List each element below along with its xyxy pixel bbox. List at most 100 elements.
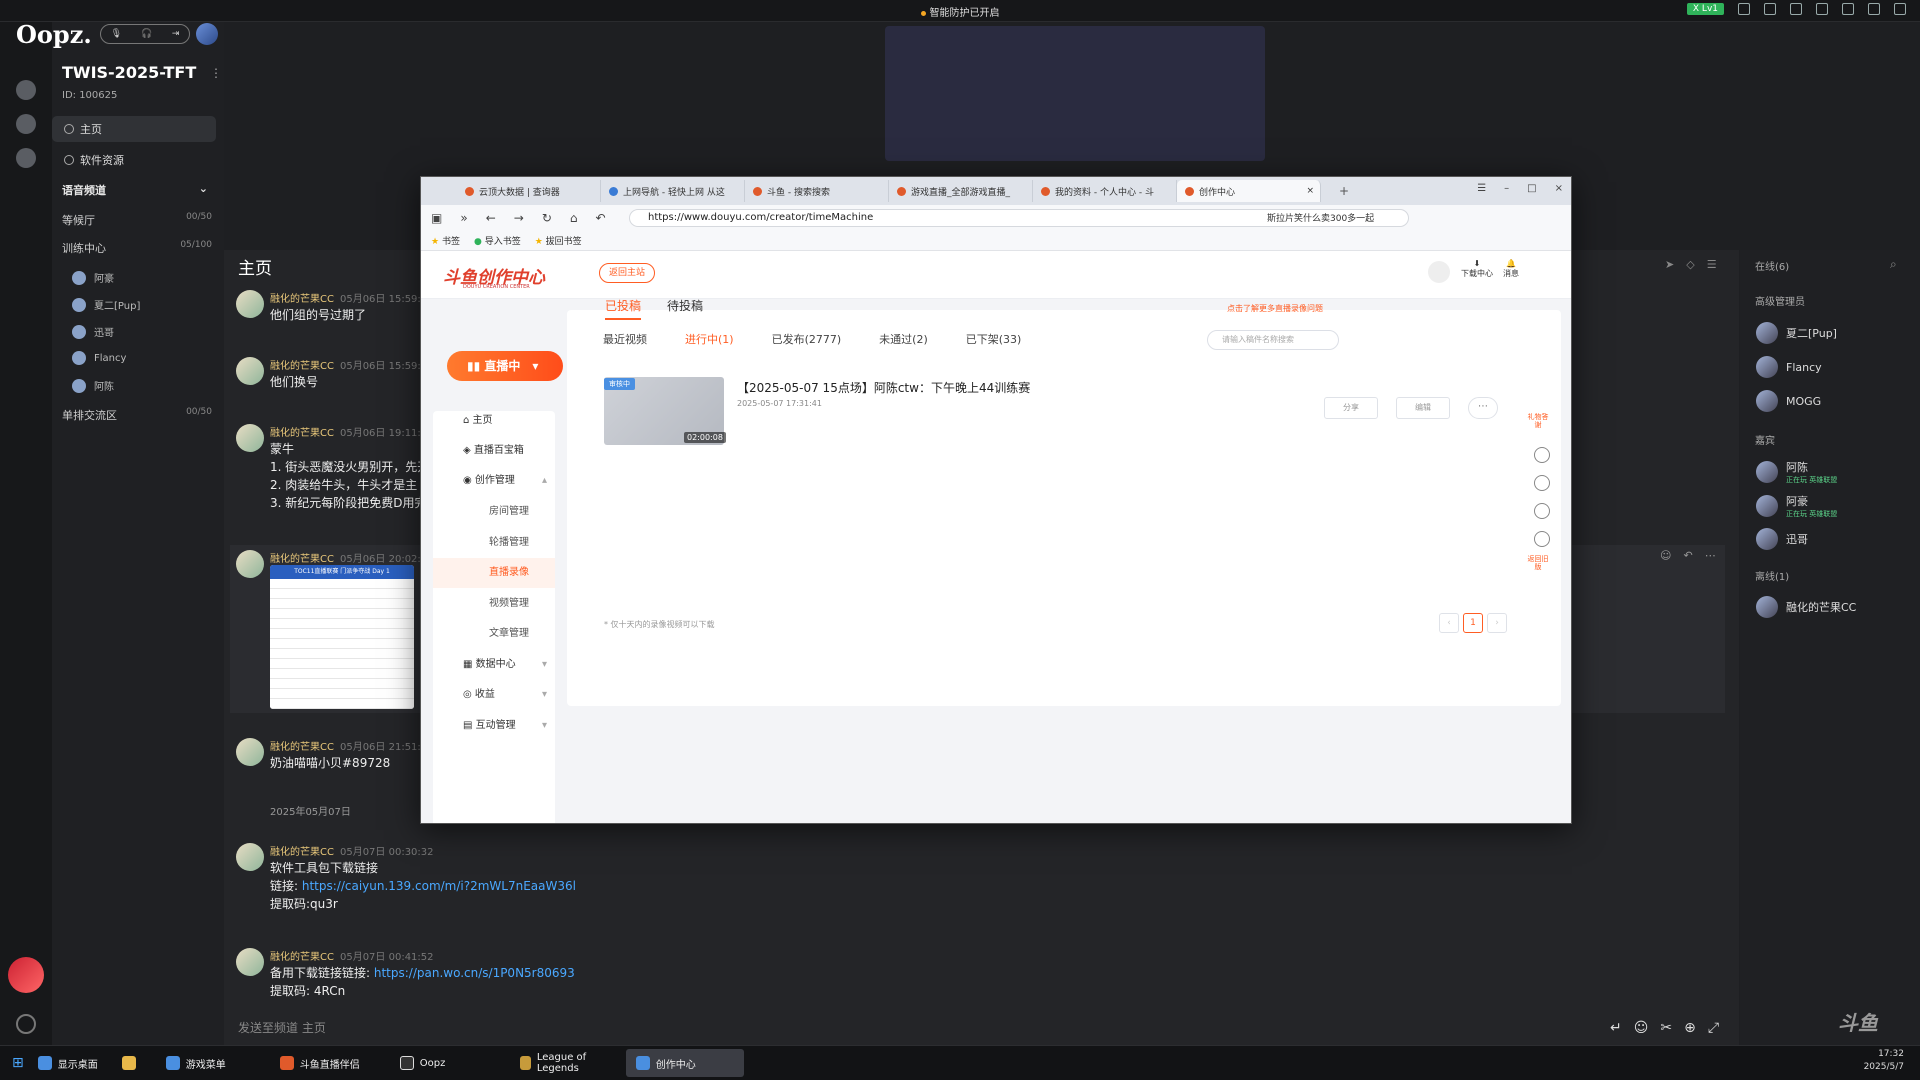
voice-section[interactable]: 语音频道 ⌄ (62, 182, 208, 198)
avatar[interactable] (236, 290, 264, 318)
user-avatar[interactable] (196, 23, 218, 45)
plus-icon[interactable]: ⊕ (1684, 1020, 1696, 1036)
windows-start-icon[interactable]: ⊞ (12, 1055, 24, 1071)
home-icon[interactable]: ⌂ (570, 211, 578, 225)
system-clock[interactable]: 17:32 2025/5/7 (1864, 1048, 1904, 1074)
taskbar-folder[interactable] (112, 1049, 152, 1077)
member-item[interactable]: 阿豪 正在玩 英雄联盟 (1756, 493, 1837, 519)
dy-nav-interaction[interactable]: ▤ 互动管理 ▾ (433, 711, 555, 741)
member-item[interactable]: 夏二[Pup] (1756, 322, 1837, 344)
tab-yunding[interactable]: 云顶大数据 | 查询器 (457, 180, 601, 202)
headset-icon[interactable]: 🎧 (141, 29, 152, 39)
tab-profile[interactable]: 我的资料 - 个人中心 - 斗 (1033, 180, 1177, 202)
channel-member[interactable]: Flancy (72, 351, 126, 365)
dy-nav-toolbox[interactable]: ◈ 直播百宝箱 (433, 436, 555, 466)
search-hint[interactable]: 斯拉片笑什么卖300多一起 (1267, 211, 1374, 224)
taskbar-oopz[interactable]: Oopz (390, 1049, 506, 1077)
emoji-icon[interactable]: ☺ (1634, 1020, 1649, 1036)
more-icon[interactable]: ⋯ (1705, 549, 1716, 562)
channel-solo[interactable]: 单排交流区 00/50 (62, 407, 212, 423)
filter-in-progress[interactable]: 进行中(1) (685, 331, 734, 347)
bag-icon[interactable] (1764, 3, 1776, 15)
recording-title[interactable]: 【2025-05-07 15点场】阿陈ctw：下午晚上44训练赛 (737, 379, 1030, 396)
monitor-icon[interactable] (1534, 531, 1550, 547)
avatar[interactable] (236, 843, 264, 871)
video-search-input[interactable]: 请输入稿件名称搜索 (1207, 330, 1339, 350)
headset-icon[interactable] (1534, 503, 1550, 519)
list-icon[interactable]: ☰ (1707, 258, 1717, 271)
backup-link[interactable]: https://pan.wo.cn/s/1P0N5r80693 (374, 966, 575, 980)
avatar[interactable] (236, 550, 264, 578)
maximize-icon[interactable]: □ (1527, 183, 1536, 194)
filter-recent[interactable]: 最近视频 (603, 331, 647, 347)
bookmark-item[interactable]: ★ 书签 (431, 234, 460, 247)
maximize-icon[interactable] (1868, 3, 1880, 15)
add-server-icon[interactable] (16, 1014, 36, 1034)
dy-nav-data[interactable]: ▦ 数据中心 ▾ (433, 650, 555, 680)
level-badge[interactable]: X Lv1 (1686, 3, 1724, 15)
dy-nav-videos[interactable]: 视频管理 (433, 589, 555, 619)
next-page-button[interactable]: › (1487, 613, 1507, 633)
tab-pending[interactable]: 待投稿 (667, 297, 703, 320)
gem-icon[interactable] (16, 114, 36, 134)
sidebar-toggle-icon[interactable]: ▣ (431, 211, 442, 225)
doc-icon[interactable] (1790, 3, 1802, 15)
tab-game-live[interactable]: 游戏直播_全部游戏直播_ (889, 180, 1033, 202)
more-button[interactable]: ⋯ (1468, 397, 1498, 419)
download-link[interactable]: https://caiyun.139.com/m/i?2mWL7nEaaW36l (302, 879, 576, 893)
enter-icon[interactable]: ↵ (1610, 1020, 1622, 1036)
taskbar-creator-center[interactable]: 创作中心 (625, 1049, 744, 1077)
bolt-icon[interactable] (16, 148, 36, 168)
help-icon[interactable] (1534, 475, 1550, 491)
dy-nav-income[interactable]: ◎ 收益 ▾ (433, 680, 555, 710)
taskbar-game-menu[interactable]: 游戏菜单 (156, 1049, 266, 1077)
faq-link[interactable]: 点击了解更多直播录像问题 (1227, 303, 1323, 314)
channel-member[interactable]: 阿陈 (72, 378, 114, 393)
bookmark-item[interactable]: ★ 拔回书签 (535, 234, 582, 247)
stream-preview[interactable] (885, 26, 1265, 161)
dy-nav-recordings[interactable]: 直播录像 (433, 558, 555, 588)
forward-double-icon[interactable]: » (460, 211, 467, 225)
channel-member[interactable]: 迅哥 (72, 324, 114, 339)
close-icon[interactable] (1894, 3, 1906, 15)
minimize-icon[interactable] (1842, 3, 1854, 15)
image-attachment[interactable]: TOC11直播联赛 门派争夺战 Day 1 (270, 565, 414, 709)
forward-icon[interactable]: → (514, 211, 524, 225)
messages-button[interactable]: 🔔 消息 (1503, 259, 1519, 279)
dy-nav-home[interactable]: ⌂ 主页 (433, 406, 555, 436)
member-item[interactable]: 迅哥 (1756, 528, 1808, 550)
channel-member[interactable]: 夏二[Pup] (72, 297, 140, 312)
nav-software[interactable]: 软件资源 (52, 147, 216, 173)
nav-home[interactable]: 主页 (52, 116, 216, 142)
mic-icon[interactable]: 🎙 (111, 29, 122, 39)
member-item[interactable]: 阿陈 正在玩 英雄联盟 (1756, 459, 1837, 485)
menu-icon[interactable]: ☰ (1477, 183, 1486, 194)
message-input[interactable]: 发送至频道 主页 (238, 1019, 326, 1036)
filter-rejected[interactable]: 未通过(2) (879, 331, 928, 347)
scissors-icon[interactable]: ✂ (1660, 1020, 1672, 1036)
back-to-main-button[interactable]: 返回主站 (599, 263, 656, 283)
reply-icon[interactable]: ↶ (1683, 549, 1692, 562)
refresh-icon[interactable]: ↻ (542, 211, 552, 225)
edit-button[interactable]: 编辑 (1396, 397, 1450, 419)
filter-published[interactable]: 已发布(2777) (772, 331, 842, 347)
tab-nav[interactable]: 上网导航 - 轻快上网 从这 (601, 180, 745, 202)
close-icon[interactable]: × (1555, 183, 1563, 194)
expand-icon[interactable]: ⤢ (1708, 1020, 1719, 1036)
taskbar-lol[interactable]: League of Legends (510, 1049, 622, 1077)
new-tab-icon[interactable]: + (1339, 184, 1349, 198)
avatar[interactable] (236, 738, 264, 766)
tab-submitted[interactable]: 已投稿 (605, 297, 642, 320)
play-icon[interactable] (16, 80, 36, 100)
avatar[interactable] (236, 357, 264, 385)
live-status-button[interactable]: ▮▮ 直播中 ▾ (447, 351, 563, 381)
undo-icon[interactable]: ↶ (596, 211, 606, 225)
filter-removed[interactable]: 已下架(33) (966, 331, 1022, 347)
page-number[interactable]: 1 (1463, 613, 1483, 633)
member-item[interactable]: MOGG (1756, 390, 1821, 412)
channel-member[interactable]: 阿豪 (72, 270, 114, 285)
voice-controls[interactable]: 🎙 🎧 ⇥ (100, 24, 190, 44)
avatar[interactable] (236, 948, 264, 976)
tab-douyu-search[interactable]: 斗鱼 - 搜索搜索 (745, 180, 889, 202)
tab-creator[interactable]: 创作中心 × (1177, 180, 1321, 202)
